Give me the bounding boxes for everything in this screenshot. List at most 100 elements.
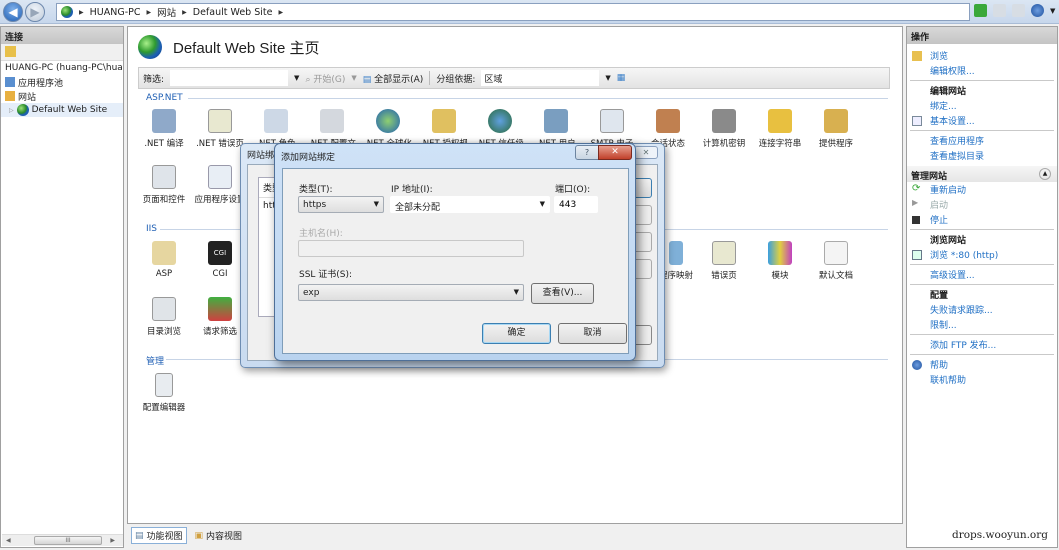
chevron-down-icon[interactable]: ▼	[351, 74, 356, 82]
tab-content-view[interactable]: ▣ 内容视图	[191, 527, 247, 544]
scroll-right-icon[interactable]: ▶	[110, 537, 115, 544]
action-bindings[interactable]: 绑定...	[907, 98, 1057, 113]
divider	[188, 98, 888, 99]
feature-item[interactable]: 连接字符串	[752, 109, 808, 149]
feature-label: 目录浏览	[146, 327, 181, 337]
chevron-down-icon[interactable]: ▼	[605, 74, 610, 82]
users-icon	[544, 109, 568, 133]
pages-controls-icon	[152, 165, 176, 189]
go-button[interactable]: ⌕ 开始(G)	[305, 72, 345, 85]
action-view-applications[interactable]: 查看应用程序	[907, 133, 1057, 148]
action-limits[interactable]: 限制...	[907, 317, 1057, 332]
collapse-icon[interactable]: ▲	[1039, 168, 1051, 180]
iis-features-row1-right: 程序映射 错误页 模块 默认文档	[656, 241, 864, 281]
home-icon[interactable]	[1012, 4, 1025, 17]
feature-item[interactable]: 错误页	[696, 241, 752, 281]
feature-item[interactable]: 提供程序	[808, 109, 864, 149]
feature-label: 连接字符串	[758, 139, 802, 149]
forward-button[interactable]: ▶	[25, 2, 45, 22]
port-input[interactable]	[554, 196, 598, 213]
action-label: 重新启动	[930, 186, 967, 196]
feature-label: 配置编辑器	[142, 403, 186, 413]
globalization-icon	[376, 109, 400, 133]
host-label: 主机名(H):	[299, 229, 343, 239]
tab-features-view[interactable]: ▤ 功能视图	[131, 527, 187, 544]
content-view-icon: ▣	[194, 530, 204, 541]
chevron-down-icon[interactable]: ▼	[294, 74, 299, 82]
cancel-button[interactable]: 取消	[558, 323, 627, 344]
close-button[interactable]: ✕	[634, 146, 658, 159]
horizontal-scrollbar[interactable]: ◀ III ▶	[2, 534, 123, 546]
feature-item[interactable]: .NET 错误页	[192, 109, 248, 149]
view-certificate-button[interactable]: 查看(V)...	[531, 283, 594, 304]
feature-item[interactable]: 页面和控件	[136, 165, 192, 205]
action-label: 配置	[930, 291, 949, 301]
breadcrumb-sites[interactable]: 网站	[157, 5, 176, 19]
feature-item[interactable]: 配置编辑器	[136, 373, 192, 413]
feature-item[interactable]: ASP	[136, 241, 192, 279]
tree-item-server[interactable]: HUANG-PC (huang-PC\hua	[1, 61, 123, 75]
feature-item[interactable]: 计算机密钥	[696, 109, 752, 149]
feature-item[interactable]: 模块	[752, 241, 808, 281]
stop-icon[interactable]	[993, 4, 1006, 17]
action-browse[interactable]: 浏览	[907, 48, 1057, 63]
action-advanced-settings[interactable]: 高级设置...	[907, 267, 1057, 282]
chevron-right-icon: ▶	[182, 8, 187, 16]
action-edit-permissions[interactable]: 编辑权限...	[907, 63, 1057, 78]
ok-button[interactable]: 确定	[482, 323, 551, 344]
group-by-select[interactable]: 区域	[481, 70, 600, 86]
feature-item[interactable]: 默认文档	[808, 241, 864, 281]
help-icon[interactable]	[1031, 4, 1044, 17]
roles-icon	[264, 109, 288, 133]
action-view-virtual-dirs[interactable]: 查看虚拟目录	[907, 148, 1057, 163]
back-button[interactable]: ◀	[3, 2, 23, 22]
action-online-help[interactable]: 联机帮助	[907, 372, 1057, 387]
expand-icon[interactable]: ▷	[9, 107, 14, 114]
show-all-label: 全部显示(A)	[374, 74, 424, 85]
connect-icon[interactable]	[974, 4, 987, 17]
feature-item[interactable]: 目录浏览	[136, 297, 192, 337]
filter-input[interactable]	[170, 70, 289, 86]
machine-key-icon	[712, 109, 736, 133]
action-help[interactable]: 帮助	[907, 357, 1057, 372]
address-bar[interactable]: ▶ HUANG-PC ▶ 网站 ▶ Default Web Site ▶	[56, 3, 970, 21]
type-select[interactable]: https ▼	[298, 196, 384, 213]
section-management: 管理	[146, 357, 165, 367]
action-label: 编辑网站	[930, 87, 967, 97]
action-start[interactable]: ▶ 启动	[907, 197, 1057, 212]
view-mode-icon[interactable]: ▦	[617, 73, 626, 83]
connections-toolbar	[1, 44, 123, 61]
action-failed-request-tracing[interactable]: 失败请求跟踪...	[907, 302, 1057, 317]
type-label: 类型(T):	[299, 185, 333, 195]
modules-icon	[768, 241, 792, 265]
settings-icon	[912, 116, 922, 126]
dialog-title: 添加网站绑定	[281, 153, 336, 163]
tree-item-default-web-site[interactable]: ▷ Default Web Site	[1, 103, 123, 117]
show-all-button[interactable]: ▤ 全部显示(A)	[363, 72, 424, 85]
app-settings-icon	[208, 165, 232, 189]
cgi-icon: CGI	[208, 241, 232, 265]
chevron-down-icon: ▼	[373, 200, 379, 208]
ssl-certificate-select[interactable]: exp ▼	[298, 284, 524, 301]
host-input[interactable]	[298, 240, 524, 257]
action-basic-settings[interactable]: 基本设置...	[907, 113, 1057, 128]
scroll-thumb[interactable]: III	[34, 536, 102, 545]
breadcrumb-site[interactable]: Default Web Site	[193, 7, 273, 18]
chevron-down-icon[interactable]: ▼	[1050, 7, 1055, 15]
close-button[interactable]: ✕	[598, 145, 632, 160]
breadcrumb-server[interactable]: HUANG-PC	[90, 7, 141, 18]
action-add-ftp[interactable]: 添加 FTP 发布...	[907, 337, 1057, 352]
tree-item-app-pools[interactable]: 应用程序池	[1, 75, 123, 89]
ip-select[interactable]: 全部未分配 ▼	[390, 196, 550, 213]
action-restart[interactable]: ⟳ 重新启动	[907, 182, 1057, 197]
error-page-icon	[208, 109, 232, 133]
connect-icon[interactable]	[5, 46, 16, 57]
feature-item[interactable]: .NET 编译	[136, 109, 192, 149]
feature-label: 请求筛选	[202, 327, 237, 337]
request-filtering-icon	[208, 297, 232, 321]
tree-item-sites[interactable]: 网站	[1, 89, 123, 103]
scroll-left-icon[interactable]: ◀	[6, 537, 11, 544]
action-stop[interactable]: 停止	[907, 212, 1057, 227]
action-browse-80[interactable]: 浏览 *:80 (http)	[907, 247, 1057, 262]
help-button[interactable]: ?	[575, 145, 599, 160]
